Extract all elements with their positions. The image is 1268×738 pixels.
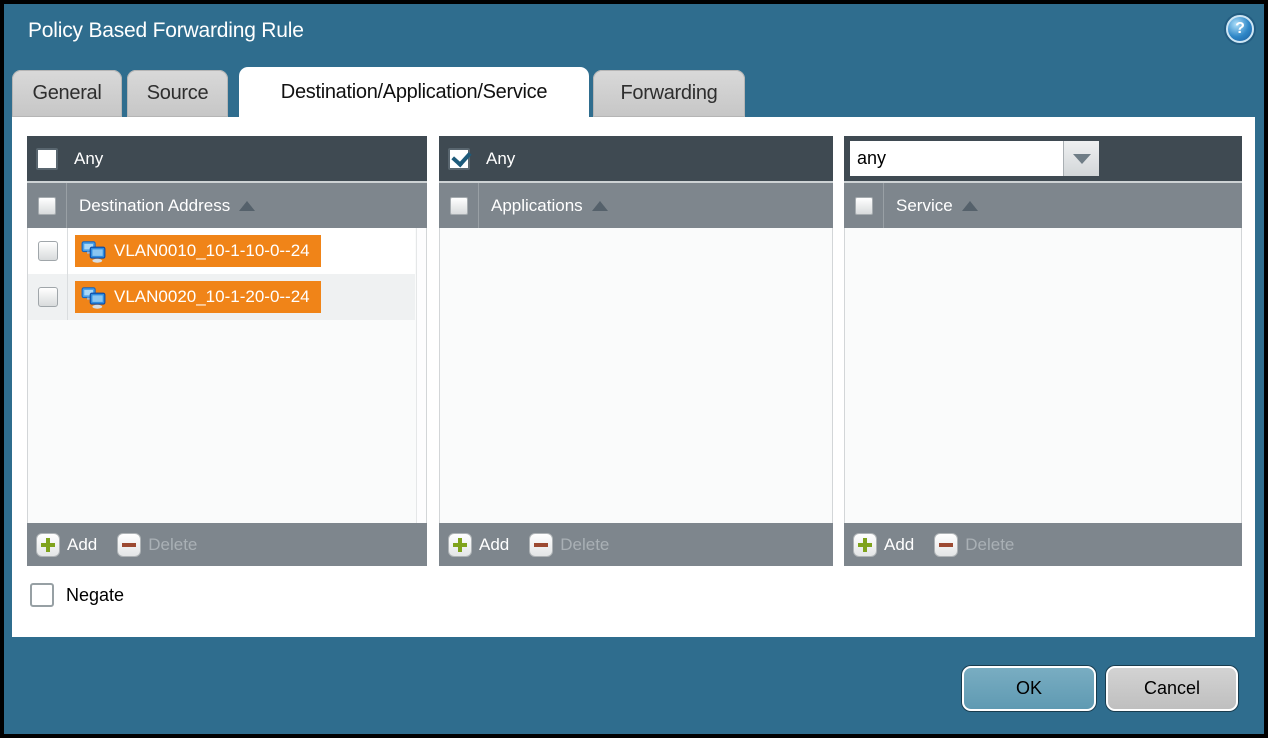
delete-icon[interactable] (934, 533, 958, 557)
applications-any-checkbox[interactable] (448, 148, 470, 170)
delete-icon[interactable] (117, 533, 141, 557)
service-list (844, 228, 1242, 523)
negate-label: Negate (66, 585, 124, 606)
address-object-label: VLAN0010_10-1-10-0--24 (114, 241, 310, 261)
delete-button[interactable]: Delete (148, 535, 197, 555)
address-object-chip[interactable]: VLAN0010_10-1-10-0--24 (75, 235, 321, 267)
tab-das-label: Destination/Application/Service (281, 81, 547, 104)
tab-content-area: Any Destination Address (12, 117, 1255, 637)
service-dropdown-bar: any (844, 136, 1242, 181)
applications-select-all-checkbox[interactable] (450, 197, 468, 215)
destination-any-checkbox[interactable] (36, 148, 58, 170)
add-button[interactable]: Add (479, 535, 509, 555)
add-button[interactable]: Add (884, 535, 914, 555)
service-type-dropdown[interactable]: any (850, 141, 1099, 176)
list-item[interactable]: VLAN0010_10-1-10-0--24 (28, 228, 415, 274)
tab-forwarding[interactable]: Forwarding (593, 70, 745, 117)
tab-source[interactable]: Source (127, 70, 228, 117)
ok-button[interactable]: OK (962, 666, 1096, 711)
service-column-header[interactable]: Service (844, 183, 1242, 228)
destination-footer: Add Delete (27, 523, 427, 566)
applications-footer: Add Delete (439, 523, 833, 566)
service-header-label: Service (896, 196, 953, 216)
service-type-value[interactable]: any (850, 141, 1063, 176)
destination-list: VLAN0010_10-1-10-0--24 (27, 228, 427, 523)
dropdown-button[interactable] (1063, 141, 1099, 176)
destination-header-label: Destination Address (79, 196, 230, 216)
add-icon[interactable] (448, 533, 472, 557)
negate-control[interactable]: Negate (30, 583, 124, 607)
sort-asc-icon (592, 201, 608, 211)
policy-based-forwarding-dialog: Policy Based Forwarding Rule ? General S… (0, 0, 1268, 738)
sort-asc-icon (239, 201, 255, 211)
destination-any-bar: Any (27, 136, 427, 181)
applications-select-all-cell (439, 183, 479, 228)
service-select-all-cell (844, 183, 884, 228)
address-object-icon (80, 238, 107, 264)
add-icon[interactable] (853, 533, 877, 557)
row-checkbox-cell (28, 274, 68, 320)
dialog-title: Policy Based Forwarding Rule (28, 19, 304, 43)
applications-panel: Any Applications Add Delete (439, 136, 833, 566)
service-panel: any Service Add Delete (844, 136, 1242, 566)
add-button[interactable]: Add (67, 535, 97, 555)
help-glyph: ? (1235, 20, 1245, 38)
service-footer: Add Delete (844, 523, 1242, 566)
sort-asc-icon (962, 201, 978, 211)
tab-destination-application-service[interactable]: Destination/Application/Service (239, 67, 589, 117)
chevron-down-icon (1073, 154, 1091, 164)
tab-forwarding-label: Forwarding (620, 82, 717, 105)
add-icon[interactable] (36, 533, 60, 557)
address-object-chip[interactable]: VLAN0020_10-1-20-0--24 (75, 281, 321, 313)
negate-checkbox[interactable] (30, 583, 54, 607)
applications-any-bar: Any (439, 136, 833, 181)
list-item[interactable]: VLAN0020_10-1-20-0--24 (28, 274, 415, 320)
row-checkbox[interactable] (38, 241, 58, 261)
delete-button[interactable]: Delete (560, 535, 609, 555)
applications-any-label: Any (486, 149, 515, 169)
service-select-all-checkbox[interactable] (855, 197, 873, 215)
row-checkbox-cell (28, 228, 68, 274)
tab-source-label: Source (147, 82, 209, 105)
applications-header-label: Applications (491, 196, 583, 216)
delete-icon[interactable] (529, 533, 553, 557)
cancel-button[interactable]: Cancel (1106, 666, 1238, 711)
tab-general-label: General (32, 82, 101, 105)
tab-general[interactable]: General (12, 70, 122, 117)
destination-select-all-cell (27, 183, 67, 228)
help-icon[interactable]: ? (1226, 15, 1254, 43)
applications-list (439, 228, 833, 523)
applications-column-header[interactable]: Applications (439, 183, 833, 228)
row-checkbox[interactable] (38, 287, 58, 307)
address-object-label: VLAN0020_10-1-20-0--24 (114, 287, 310, 307)
destination-any-label: Any (74, 149, 103, 169)
destination-column-header[interactable]: Destination Address (27, 183, 427, 228)
destination-address-panel: Any Destination Address (27, 136, 427, 566)
destination-select-all-checkbox[interactable] (38, 197, 56, 215)
delete-button[interactable]: Delete (965, 535, 1014, 555)
scrollbar-track[interactable] (416, 228, 426, 523)
address-object-icon (80, 284, 107, 310)
